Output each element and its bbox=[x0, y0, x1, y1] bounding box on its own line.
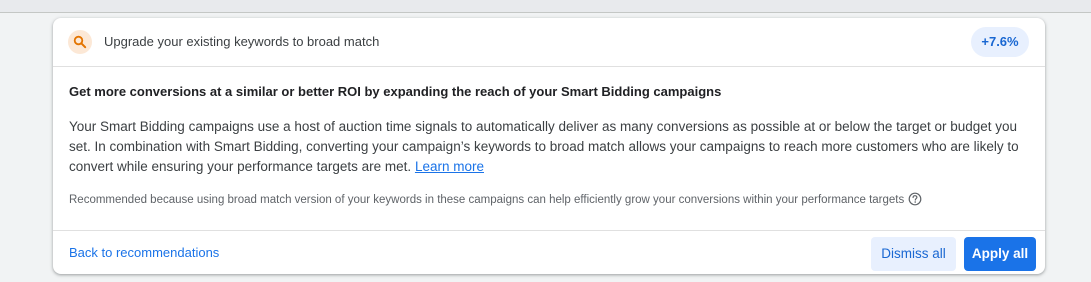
search-icon bbox=[68, 30, 92, 54]
recommendation-description: Your Smart Bidding campaigns use a host … bbox=[69, 117, 1029, 177]
recommendation-body: Get more conversions at a similar or bet… bbox=[69, 83, 1029, 211]
description-text: Your Smart Bidding campaigns use a host … bbox=[69, 119, 1019, 174]
recommendation-headline: Get more conversions at a similar or bet… bbox=[69, 84, 722, 99]
recommendation-reason: Recommended because using broad match ve… bbox=[69, 192, 1029, 211]
reason-text: Recommended because using broad match ve… bbox=[69, 194, 905, 206]
learn-more-link[interactable]: Learn more bbox=[415, 159, 484, 174]
card-footer: Back to recommendations Dismiss all Appl… bbox=[53, 230, 1045, 274]
help-icon[interactable] bbox=[908, 192, 922, 211]
dismiss-all-button[interactable]: Dismiss all bbox=[871, 237, 956, 271]
apply-all-button[interactable]: Apply all bbox=[964, 237, 1036, 271]
card-header: Upgrade your existing keywords to broad … bbox=[53, 18, 1045, 67]
recommendation-card: Upgrade your existing keywords to broad … bbox=[53, 18, 1045, 274]
back-to-recommendations-link[interactable]: Back to recommendations bbox=[69, 244, 219, 262]
recommendation-title: Upgrade your existing keywords to broad … bbox=[104, 34, 380, 49]
top-divider bbox=[0, 0, 1091, 13]
uplift-badge: +7.6% bbox=[971, 27, 1029, 57]
